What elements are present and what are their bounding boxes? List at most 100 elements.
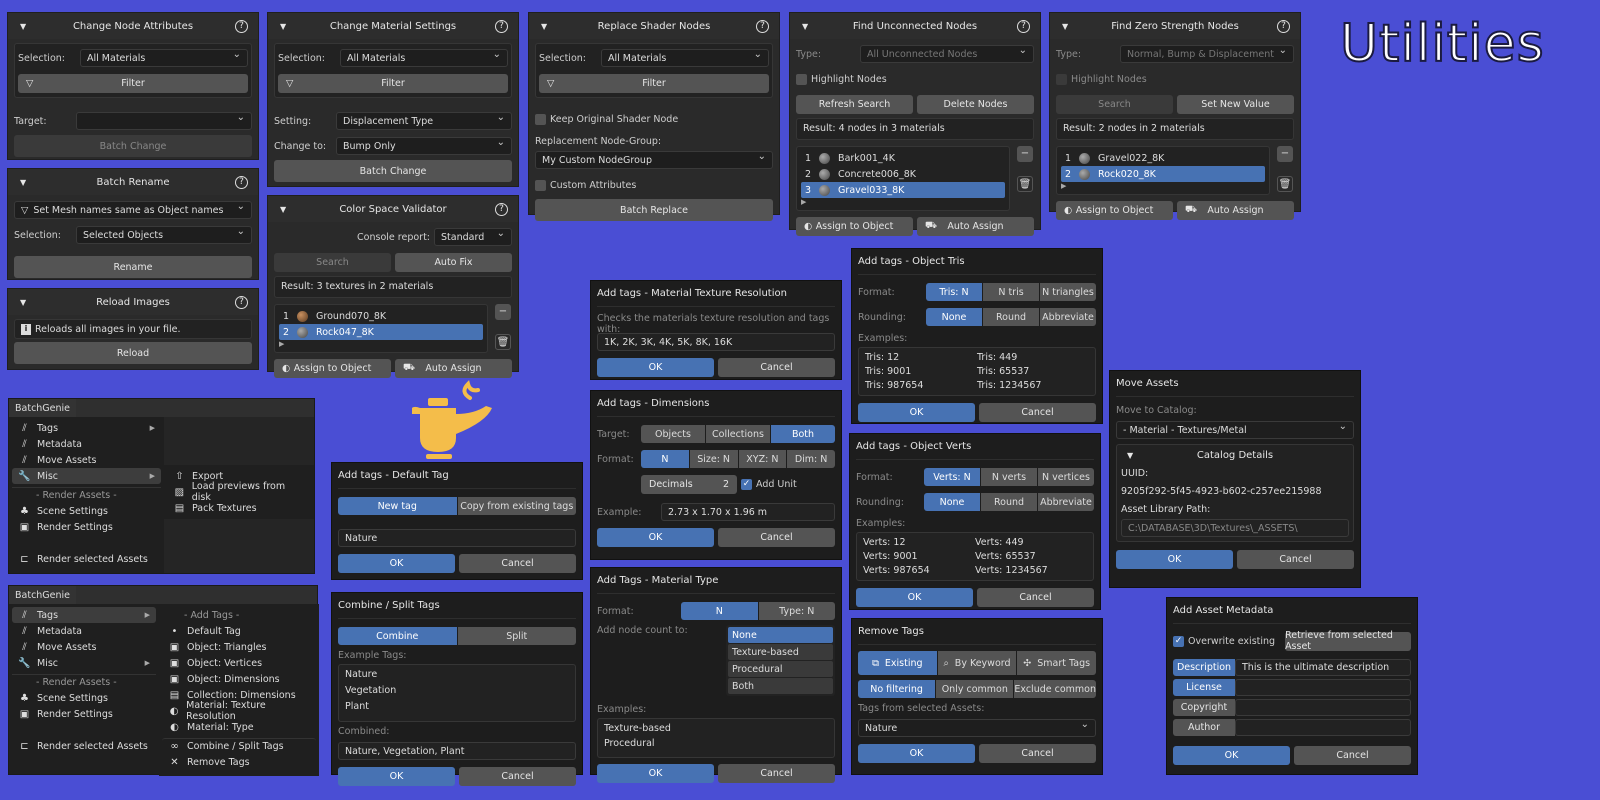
- help-icon[interactable]: ?: [1277, 19, 1290, 33]
- help-icon[interactable]: ?: [1017, 19, 1030, 33]
- list-item[interactable]: 1 Bark001_4K: [801, 150, 1005, 166]
- tab-copy-existing[interactable]: Copy from existing tags: [457, 497, 576, 515]
- copyright-input[interactable]: [1235, 698, 1411, 716]
- menu-item-render-selected[interactable]: ⊏ Render selected Assets: [12, 551, 161, 567]
- ok-button[interactable]: OK: [1116, 549, 1233, 569]
- trash-icon[interactable]: 🗑: [1277, 176, 1293, 192]
- list-item[interactable]: 2 Concrete006_8K: [801, 166, 1005, 182]
- format-type[interactable]: Type: N: [758, 602, 835, 620]
- collapse-icon[interactable]: ▼: [20, 178, 26, 187]
- filter-button[interactable]: ▽ Filter: [539, 73, 769, 93]
- retrieve-button[interactable]: Retrieve from selected Asset: [1285, 630, 1411, 652]
- collapse-icon[interactable]: ▼: [1127, 451, 1133, 460]
- collapse-icon[interactable]: ▼: [20, 298, 26, 307]
- format-n[interactable]: N: [641, 450, 689, 468]
- list-item[interactable]: 3 Gravel033_8K: [801, 182, 1005, 198]
- replacement-dropdown[interactable]: My Custom NodeGroup: [535, 151, 773, 169]
- tab-new-tag[interactable]: New tag: [338, 497, 457, 515]
- selection-dropdown[interactable]: Selected Objects: [76, 226, 252, 244]
- rounding-none[interactable]: None: [926, 308, 982, 326]
- format-size[interactable]: Size: N: [689, 450, 738, 468]
- cancel-button[interactable]: Cancel: [459, 766, 576, 786]
- trash-icon[interactable]: 🗑: [495, 334, 511, 350]
- menu-item-render-selected[interactable]: ⊏ Render selected Assets: [12, 738, 156, 754]
- node-list[interactable]: 1 Bark001_4K 2 Concrete006_8K 3 Gravel033_8…: [796, 146, 1010, 211]
- format-xyz[interactable]: XYZ: N: [738, 450, 787, 468]
- delete-nodes-button[interactable]: Delete Nodes: [917, 94, 1034, 114]
- highlight-nodes-checkbox[interactable]: [1056, 73, 1067, 85]
- description-input[interactable]: This is the ultimate description: [1235, 658, 1411, 676]
- type-dropdown[interactable]: All Unconnected Nodes: [860, 45, 1034, 63]
- filter-button[interactable]: ▽ Filter: [278, 73, 508, 93]
- decimals-field[interactable]: Decimals 2: [641, 474, 737, 494]
- batch-change-button[interactable]: Batch Change: [14, 135, 252, 157]
- help-icon[interactable]: ?: [235, 175, 248, 189]
- rename-button[interactable]: Rename: [14, 256, 252, 278]
- auto-assign-button[interactable]: ⛟ Auto Assign: [1177, 200, 1294, 220]
- mode-smart-tags[interactable]: ✣ Smart Tags: [1017, 651, 1096, 675]
- field-copyright[interactable]: Copyright: [1173, 698, 1235, 716]
- cancel-button[interactable]: Cancel: [459, 553, 576, 573]
- filter-exclude-common[interactable]: Exclude common: [1014, 680, 1096, 698]
- change-to-dropdown[interactable]: Bump Only: [336, 137, 512, 155]
- collapse-icon[interactable]: ▼: [280, 22, 286, 31]
- menu-item-material-type[interactable]: ◐ Material: Type: [162, 719, 316, 735]
- selection-dropdown[interactable]: All Materials: [340, 49, 508, 67]
- resolutions-input[interactable]: 1K, 2K, 3K, 4K, 5K, 8K, 16K: [597, 333, 835, 351]
- list-item[interactable]: 1 Ground070_8K: [279, 308, 483, 324]
- ok-button[interactable]: OK: [858, 402, 975, 422]
- highlight-nodes-checkbox[interactable]: [796, 73, 807, 85]
- ok-button[interactable]: OK: [338, 766, 455, 786]
- rename-mode-dropdown[interactable]: ▽ Set Mesh names same as Object names: [14, 201, 252, 219]
- batchgenie-tab[interactable]: BatchGenie: [9, 586, 77, 604]
- cancel-button[interactable]: Cancel: [718, 763, 835, 783]
- refresh-search-button[interactable]: Refresh Search: [796, 94, 913, 114]
- help-icon[interactable]: ?: [495, 19, 508, 33]
- help-icon[interactable]: ?: [235, 295, 248, 309]
- help-icon[interactable]: ?: [495, 202, 508, 216]
- target-dropdown[interactable]: [76, 112, 252, 130]
- cancel-button[interactable]: Cancel: [1294, 745, 1411, 765]
- list-item[interactable]: 1 Gravel022_8K: [1061, 150, 1265, 166]
- cancel-button[interactable]: Cancel: [979, 402, 1096, 422]
- ok-button[interactable]: OK: [856, 587, 973, 607]
- ok-button[interactable]: OK: [338, 553, 455, 573]
- batchgenie-tab[interactable]: BatchGenie: [9, 399, 77, 417]
- assign-to-object-button[interactable]: ◐ Assign to Object: [274, 358, 391, 378]
- keep-original-checkbox[interactable]: [535, 113, 546, 125]
- menu-item-pack-textures[interactable]: ▤ Pack Textures: [167, 500, 311, 516]
- collapse-icon[interactable]: ▼: [802, 22, 808, 31]
- menu-item-tags[interactable]: ⫽ Tags ▶: [12, 420, 161, 436]
- tab-split[interactable]: Split: [457, 627, 576, 645]
- menu-item-misc[interactable]: 🔧 Misc ▶: [12, 468, 161, 484]
- menu-item-load-previews[interactable]: ▨ Load previews from disk: [167, 481, 311, 503]
- cancel-button[interactable]: Cancel: [977, 587, 1094, 607]
- author-input[interactable]: [1235, 718, 1411, 736]
- search-button[interactable]: Search: [1056, 94, 1173, 114]
- node-list[interactable]: 1 Gravel022_8K 2 Rock020_8K ▶: [1056, 146, 1270, 195]
- license-input[interactable]: [1235, 678, 1411, 696]
- collapse-icon[interactable]: ▼: [280, 205, 286, 214]
- expand-icon[interactable]: ▶: [279, 340, 483, 349]
- remove-icon[interactable]: −: [1277, 146, 1293, 162]
- expand-icon[interactable]: ▶: [1061, 182, 1265, 191]
- rounding-round[interactable]: Round: [983, 308, 1039, 326]
- search-button[interactable]: Search: [274, 252, 391, 272]
- rounding-round[interactable]: Round: [981, 493, 1037, 511]
- format-tris-n[interactable]: Tris: N: [926, 283, 982, 301]
- texture-list[interactable]: 1 Ground070_8K 2 Rock047_8K ▶: [274, 304, 488, 353]
- reload-button[interactable]: Reload: [14, 342, 252, 364]
- format-n-triangles[interactable]: N triangles: [1040, 283, 1096, 301]
- selection-dropdown[interactable]: All Materials: [601, 49, 769, 67]
- combined-input[interactable]: Nature, Vegetation, Plant: [338, 742, 576, 760]
- cancel-button[interactable]: Cancel: [718, 527, 835, 547]
- menu-item-render-settings[interactable]: ▣ Render Settings: [12, 519, 161, 535]
- menu-item-render-settings[interactable]: ▣ Render Settings: [12, 706, 156, 722]
- assign-to-object-button[interactable]: ◐ Assign to Object: [1056, 200, 1173, 220]
- collapse-icon[interactable]: ▼: [541, 22, 547, 31]
- auto-assign-button[interactable]: ⛟ Auto Assign: [917, 216, 1034, 236]
- add-unit-checkbox[interactable]: ✓: [741, 478, 752, 490]
- set-new-value-button[interactable]: Set New Value: [1177, 94, 1294, 114]
- help-icon[interactable]: ?: [756, 19, 769, 33]
- menu-item-object-triangles[interactable]: ▣ Object: Triangles: [162, 639, 316, 655]
